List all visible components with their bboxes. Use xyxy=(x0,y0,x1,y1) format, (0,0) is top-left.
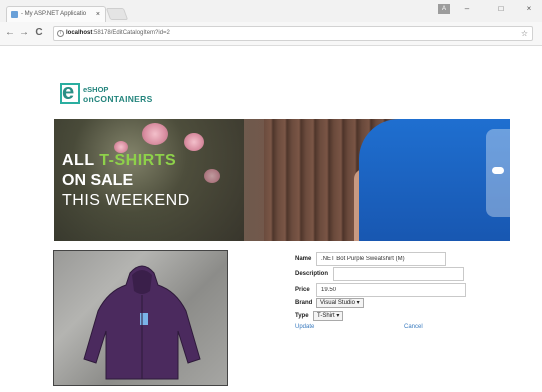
browser-toolbar: ← → C i localhost:58178/EditCatalogItem?… xyxy=(0,22,542,46)
cancel-link[interactable]: Cancel xyxy=(404,324,423,330)
promo-banner: ALL T-SHIRTS ON SALE THIS WEEKEND xyxy=(54,119,510,241)
type-select-value: T-Shirt xyxy=(317,313,335,319)
name-field[interactable] xyxy=(316,252,446,266)
price-label: Price xyxy=(295,287,310,293)
banner-flower xyxy=(184,133,204,151)
tab-close-icon[interactable]: × xyxy=(96,7,100,22)
user-profile-icon[interactable]: A xyxy=(438,4,450,14)
price-field[interactable] xyxy=(316,283,466,297)
description-field[interactable] xyxy=(333,267,464,281)
banner-flower xyxy=(142,123,168,145)
brand-label: Brand xyxy=(295,300,313,306)
name-label: Name xyxy=(295,256,312,262)
banner-headline-highlight: T-SHIRTS xyxy=(99,152,177,169)
back-icon[interactable]: ← xyxy=(5,27,15,38)
banner-tagline: THIS WEEKEND xyxy=(62,192,190,209)
product-image xyxy=(53,250,228,386)
brand-select-value: Visual Studio xyxy=(320,300,355,306)
address-bar[interactable]: i localhost:58178/EditCatalogItem?id=2 ☆ xyxy=(53,26,533,41)
type-label: Type xyxy=(295,313,309,319)
banner-headline-prefix: ALL xyxy=(62,152,100,169)
new-tab-button[interactable] xyxy=(105,8,129,20)
banner-flower xyxy=(204,169,220,183)
tab-title: - My ASP.NET Applicatio xyxy=(21,11,87,17)
chevron-down-icon: ▾ xyxy=(356,300,360,306)
browser-tab[interactable]: - My ASP.NET Applicatio × xyxy=(6,6,106,22)
cloud-icon xyxy=(492,167,504,174)
brand-select[interactable]: Visual Studio ▾ xyxy=(316,298,364,308)
update-link[interactable]: Update xyxy=(295,324,314,330)
banner-headline: ALL T-SHIRTS xyxy=(62,152,176,170)
url-path: :58178/EditCatalogItem?id=2 xyxy=(92,30,170,36)
logo-text-line1: eSHOP xyxy=(83,85,109,94)
description-label: Description xyxy=(295,271,329,277)
page-favicon-icon xyxy=(11,11,18,18)
site-info-icon[interactable]: i xyxy=(57,30,64,37)
type-select[interactable]: T-Shirt ▾ xyxy=(313,311,344,321)
browser-titlebar: - My ASP.NET Applicatio × A – □ × xyxy=(0,0,542,22)
logo-text-line2: onCONTAINERS xyxy=(83,94,153,104)
forward-icon[interactable]: → xyxy=(19,27,29,38)
url-host: localhost xyxy=(66,30,93,36)
minimize-icon[interactable]: – xyxy=(460,4,474,13)
bookmark-star-icon[interactable]: ☆ xyxy=(521,27,528,40)
sweatshirt-picture xyxy=(83,265,201,380)
reload-icon[interactable]: C xyxy=(34,27,44,38)
logo-icon: e xyxy=(62,79,75,104)
banner-subheadline: ON SALE xyxy=(62,172,134,189)
chevron-down-icon: ▾ xyxy=(336,313,340,319)
maximize-icon[interactable]: □ xyxy=(494,4,508,13)
close-window-icon[interactable]: × xyxy=(522,4,536,13)
